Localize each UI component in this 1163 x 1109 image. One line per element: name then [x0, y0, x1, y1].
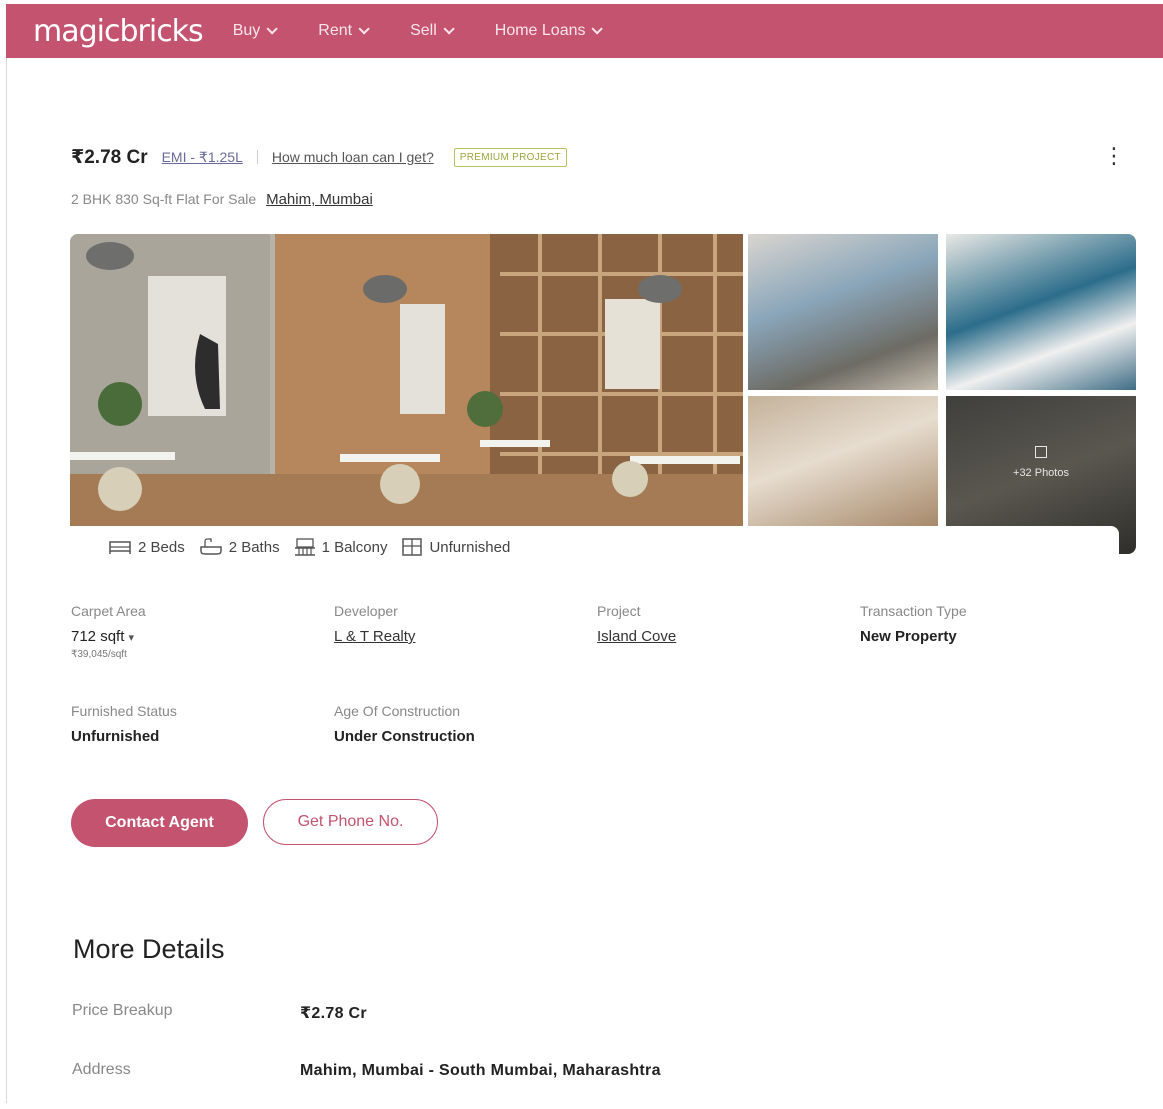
thumbnail-bedroom-3[interactable]	[748, 396, 938, 526]
developer-link[interactable]: L & T Realty	[334, 628, 415, 645]
nav-item-rent[interactable]: Rent	[318, 22, 370, 40]
detail-label: Transaction Type	[860, 603, 967, 619]
price-breakup-label: Price Breakup	[72, 1002, 173, 1019]
more-details-heading: More Details	[73, 934, 225, 964]
spec-furnishing: Unfurnished	[401, 538, 510, 556]
site-logo[interactable]: magicbricks	[33, 14, 204, 49]
main-nav: Buy Rent Sell Home Loans	[233, 22, 644, 40]
spec-baths-label: 2 Baths	[228, 538, 280, 556]
nav-item-sell[interactable]: Sell	[410, 22, 455, 40]
thumbnail-bedroom-2[interactable]	[946, 234, 1136, 390]
bathtub-icon	[199, 538, 222, 555]
project-link[interactable]: Island Cove	[597, 628, 676, 645]
price-per-sqft: ₹39,045/sqft	[71, 649, 127, 660]
chevron-down-icon	[266, 23, 279, 35]
nav-item-home-loans[interactable]: Home Loans	[494, 22, 604, 40]
nav-item-label: Buy	[232, 22, 261, 39]
detail-label: Developer	[334, 603, 398, 619]
page-border	[6, 58, 7, 1103]
spec-beds: 2 Beds	[108, 538, 185, 556]
listing-summary: 2 BHK 830 Sq-ft Flat For Sale	[71, 191, 257, 207]
carpet-area-value: 712 sqft	[71, 628, 125, 645]
photo-icon	[1035, 446, 1047, 458]
detail-label: Age Of Construction	[334, 703, 461, 719]
listing-subtitle: 2 BHK 830 Sq-ft Flat For Sale Mahim, Mum…	[71, 191, 373, 208]
price-breakup-value: ₹2.78 Cr	[300, 1005, 367, 1022]
nav-item-label: Sell	[410, 22, 437, 39]
main-photo[interactable]	[70, 234, 743, 526]
photo-gallery: +32 Photos 2 Beds 2 Baths 1 Balcony Unfu…	[70, 234, 1136, 568]
spec-furnishing-label: Unfurnished	[429, 538, 511, 556]
premium-project-badge: PREMIUM PROJECT	[453, 147, 567, 167]
nav-item-label: Home Loans	[494, 22, 586, 39]
chevron-down-icon	[358, 23, 370, 35]
get-phone-button[interactable]: Get Phone No.	[263, 799, 438, 845]
bed-icon	[109, 541, 131, 554]
divider	[256, 150, 258, 164]
nav-item-label: Rent	[318, 22, 353, 39]
location-link[interactable]: Mahim, Mumbai	[266, 191, 373, 208]
chevron-down-icon: ▾	[128, 632, 135, 644]
detail-value: Unfurnished	[71, 728, 160, 745]
emi-link[interactable]: EMI - ₹1.25L	[162, 149, 243, 166]
detail-transaction-type: Transaction Type New Property	[860, 603, 967, 645]
nav-item-buy[interactable]: Buy	[232, 22, 279, 40]
photos-count-overlay: +32 Photos	[946, 446, 1136, 479]
balcony-icon	[294, 538, 315, 556]
furnishing-icon	[402, 538, 423, 556]
detail-age-of-construction: Age Of Construction Under Construction	[334, 703, 475, 745]
chevron-down-icon	[591, 23, 604, 35]
thumbnail-bedroom-1[interactable]	[748, 234, 938, 390]
loan-eligibility-link[interactable]: How much loan can I get?	[272, 149, 434, 165]
spec-balcony-label: 1 Balcony	[321, 538, 388, 556]
photos-count: +32 Photos	[1013, 467, 1069, 479]
contact-agent-button[interactable]: Contact Agent	[71, 799, 248, 847]
detail-project: Project Island Cove	[597, 603, 676, 645]
top-navbar: magicbricks Buy Rent Sell Home Loans	[6, 4, 1163, 58]
spec-baths: 2 Baths	[199, 538, 280, 556]
listing-price: ₹2.78 Cr	[71, 146, 148, 168]
spec-balcony: 1 Balcony	[294, 538, 388, 556]
detail-carpet-area: Carpet Area 712 sqft ▾ ₹39,045/sqft	[71, 603, 146, 660]
spec-beds-label: 2 Beds	[138, 538, 185, 556]
price-row: ₹2.78 Cr EMI - ₹1.25L How much loan can …	[71, 144, 1131, 170]
detail-furnished-status: Furnished Status Unfurnished	[71, 703, 177, 745]
detail-developer: Developer L & T Realty	[334, 603, 415, 645]
spec-bar: 2 Beds 2 Baths 1 Balcony Unfurnished	[92, 526, 1119, 568]
detail-label: Carpet Area	[71, 603, 146, 619]
chevron-down-icon	[443, 23, 455, 35]
address-label: Address	[72, 1061, 131, 1078]
detail-value: Under Construction	[334, 728, 475, 745]
detail-label: Project	[597, 603, 641, 619]
detail-label: Furnished Status	[71, 703, 177, 719]
detail-value[interactable]: 712 sqft ▾	[71, 628, 146, 645]
address-value: Mahim, Mumbai - South Mumbai, Maharashtr…	[300, 1062, 661, 1079]
lounge-photo-illustration	[70, 234, 743, 526]
detail-value: New Property	[860, 628, 957, 645]
more-options-icon[interactable]: ⋮	[1103, 144, 1125, 168]
